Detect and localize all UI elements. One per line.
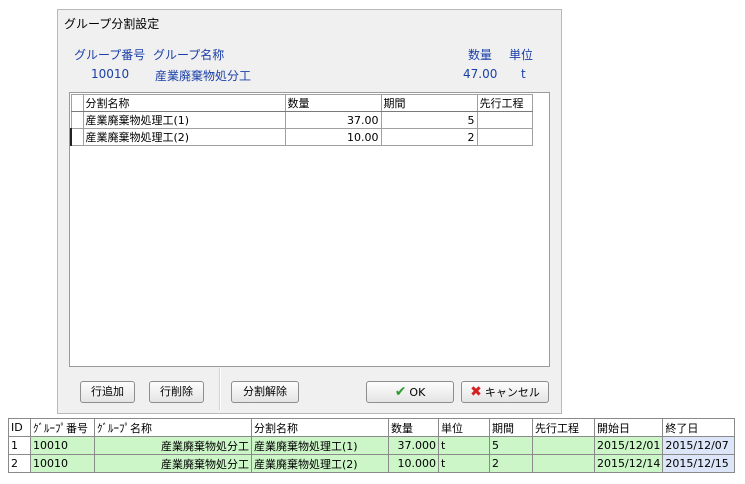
grid-row[interactable]: 産業廃棄物処理工(2) 10.00 2 [70,128,533,146]
cell-id[interactable]: 2 [8,454,31,473]
add-row-button[interactable]: 行追加 [80,381,135,403]
group-no-label: グループ番号 [74,48,146,62]
table-row[interactable]: 1 10010 産業廃棄物処分工 産業廃棄物処理工(1) 37.000 t 5 … [8,436,736,455]
schedule-header-row: ID ｸﾞﾙｰﾌﾟ番号 ｸﾞﾙｰﾌﾟ名称 分割名称 数量 単位 期間 先行工程 … [8,418,736,437]
split-grid-table: 分割名称 数量 期間 先行工程 産業廃棄物処理工(1) 37.00 5 産業廃棄… [70,94,533,146]
dialog-title: グループ分割設定 [64,17,160,31]
schedule-table: ID ｸﾞﾙｰﾌﾟ番号 ｸﾞﾙｰﾌﾟ名称 分割名称 数量 単位 期間 先行工程 … [8,418,736,473]
schedule-col-header[interactable]: 終了日 [662,418,736,437]
grid-cell-qty[interactable]: 10.00 [284,128,382,146]
cell-qty[interactable]: 10.000 [388,454,439,473]
grid-cell-pred[interactable] [476,128,533,146]
cell-start-date[interactable]: 2015/12/01 [593,436,664,455]
button-separator [219,368,221,410]
grid-col-header-name[interactable]: 分割名称 [82,94,286,112]
cell-split-name[interactable]: 産業廃棄物処理工(2) [251,454,389,473]
cancel-button-label: キャンセル [484,386,540,399]
group-no-value: 10010 [91,67,130,81]
qty-label: 数量 [468,48,493,62]
grid-col-header-pred[interactable]: 先行工程 [476,94,533,112]
grid-corner-cell [70,94,84,112]
cell-period[interactable]: 2 [489,454,533,473]
cell-group-no[interactable]: 10010 [30,454,95,473]
grid-row-selector[interactable] [70,128,84,146]
ok-button[interactable]: ✔ OK [366,381,454,403]
grid-cell-name[interactable]: 産業廃棄物処理工(2) [82,128,286,146]
cell-end-date[interactable]: 2015/12/07 [662,436,736,455]
grid-col-header-period[interactable]: 期間 [380,94,478,112]
schedule-col-header[interactable]: 開始日 [593,418,664,437]
grid-col-header-qty[interactable]: 数量 [284,94,382,112]
schedule-col-header[interactable]: ID [8,418,31,437]
delete-row-button[interactable]: 行削除 [149,381,204,403]
cell-end-date[interactable]: 2015/12/15 [662,454,736,473]
cell-period[interactable]: 5 [489,436,533,455]
unsplit-button[interactable]: 分割解除 [231,381,299,403]
close-icon: ✖ [470,384,482,400]
grid-cell-period[interactable]: 5 [380,111,478,129]
cell-qty[interactable]: 37.000 [388,436,439,455]
cell-unit[interactable]: t [438,454,490,473]
schedule-col-header[interactable]: 分割名称 [251,418,389,437]
ok-button-label: OK [409,386,426,399]
unit-value: t [521,67,526,81]
cell-pred[interactable] [532,436,595,455]
qty-value: 47.00 [463,67,498,81]
cell-group-no[interactable]: 10010 [30,436,95,455]
unit-label: 単位 [509,48,534,62]
group-name-value: 産業廃棄物処分工 [155,69,252,83]
cell-split-name[interactable]: 産業廃棄物処理工(1) [251,436,389,455]
schedule-col-header[interactable]: ｸﾞﾙｰﾌﾟ番号 [30,418,95,437]
grid-cell-name[interactable]: 産業廃棄物処理工(1) [82,111,286,129]
cell-group-name[interactable]: 産業廃棄物処分工 [94,454,252,473]
schedule-col-header[interactable]: 単位 [438,418,490,437]
cell-start-date[interactable]: 2015/12/14 [593,454,664,473]
group-split-dialog: グループ分割設定 グループ番号 グループ名称 数量 単位 10010 産業廃棄物… [57,9,562,414]
cell-group-name[interactable]: 産業廃棄物処分工 [94,436,252,455]
cell-unit[interactable]: t [438,436,490,455]
grid-header-row: 分割名称 数量 期間 先行工程 [70,94,533,112]
cell-pred[interactable] [532,454,595,473]
button-bar: 行追加 行削除 分割解除 ✔ OK ✖ キャンセル [69,368,550,411]
group-name-label: グループ名称 [153,48,225,62]
schedule-col-header[interactable]: 期間 [489,418,533,437]
check-icon: ✔ [394,384,407,400]
grid-cell-qty[interactable]: 37.00 [284,111,382,129]
schedule-col-header[interactable]: ｸﾞﾙｰﾌﾟ名称 [94,418,252,437]
cancel-button[interactable]: ✖ キャンセル [461,381,549,403]
grid-row-selector[interactable] [70,111,84,129]
split-grid[interactable]: 分割名称 数量 期間 先行工程 産業廃棄物処理工(1) 37.00 5 産業廃棄… [69,92,550,367]
grid-cell-period[interactable]: 2 [380,128,478,146]
grid-row[interactable]: 産業廃棄物処理工(1) 37.00 5 [70,111,533,129]
schedule-col-header[interactable]: 先行工程 [532,418,595,437]
schedule-col-header[interactable]: 数量 [388,418,439,437]
cell-id[interactable]: 1 [8,436,31,455]
table-row[interactable]: 2 10010 産業廃棄物処分工 産業廃棄物処理工(2) 10.000 t 2 … [8,454,736,473]
grid-cell-pred[interactable] [476,111,533,129]
